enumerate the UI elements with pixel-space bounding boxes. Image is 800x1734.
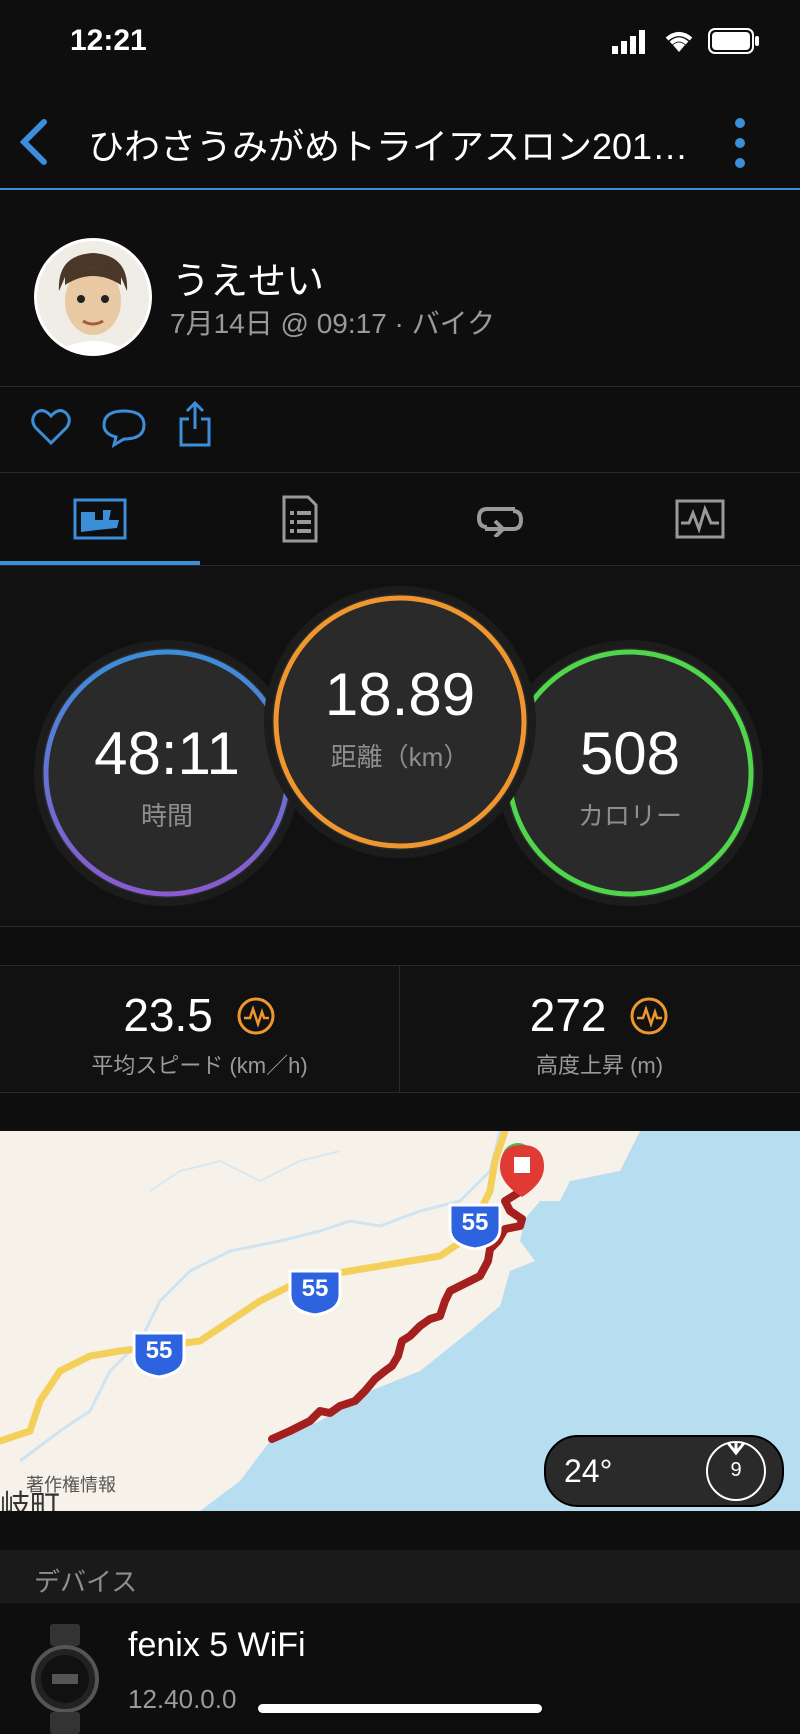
stat-boxes: 23.5 平均スピード (km／h) 272 高度上昇 (m) bbox=[0, 965, 800, 1093]
activity-title: ひわさうみがめトライアスロン2019 - バイク bbox=[88, 126, 708, 167]
duration-circle[interactable]: 48:11 時間 bbox=[42, 648, 292, 898]
route-shield: 55 bbox=[130, 1327, 188, 1379]
avatar-illustration-icon bbox=[37, 241, 149, 353]
distance-label: 距離（km） bbox=[330, 741, 470, 772]
status-bar: 12:21 bbox=[0, 0, 800, 90]
route-number: 55 bbox=[461, 1209, 489, 1236]
tab-details[interactable] bbox=[200, 473, 400, 565]
calories-value: 508 bbox=[579, 719, 681, 787]
avg-speed-label: 平均スピード (km／h) bbox=[91, 1053, 308, 1078]
charts-pulse-icon bbox=[675, 499, 725, 539]
pulse-chart-icon bbox=[630, 997, 668, 1035]
route-map[interactable]: 55 55 55 著作権情報 岐町 24° 9 bbox=[0, 1131, 800, 1511]
avg-speed-box[interactable]: 23.5 平均スピード (km／h) bbox=[0, 966, 400, 1092]
route-number: 55 bbox=[301, 1275, 329, 1302]
tab-indicator bbox=[0, 561, 200, 565]
device-version: 12.40.0.0 bbox=[128, 1684, 237, 1714]
avg-speed-value: 23.5 bbox=[123, 989, 213, 1041]
tab-summary[interactable] bbox=[0, 473, 200, 565]
activity-date-type: 7月14日 @ 09:17 · バイク bbox=[170, 308, 496, 339]
wind-speed: 9 bbox=[730, 1459, 742, 1481]
elevation-gain-box[interactable]: 272 高度上昇 (m) bbox=[400, 966, 799, 1092]
heart-icon[interactable] bbox=[30, 407, 72, 447]
nav-bar: ひわさうみがめトライアスロン2019 - バイク bbox=[0, 90, 800, 190]
tab-laps[interactable] bbox=[400, 473, 600, 565]
calories-circle[interactable]: 508 カロリー bbox=[505, 648, 755, 898]
laps-loop-icon bbox=[476, 507, 524, 537]
elev-gain-value: 272 bbox=[529, 989, 607, 1041]
activity-tabs bbox=[0, 473, 800, 566]
profile-header: うえせい 7月14日 @ 09:17 · バイク bbox=[0, 190, 800, 387]
device-name: fenix 5 WiFi bbox=[128, 1626, 306, 1664]
device-section-header: デバイス bbox=[0, 1550, 800, 1603]
avatar[interactable] bbox=[34, 238, 152, 356]
weather-temp: 24° bbox=[564, 1453, 613, 1489]
wifi-icon bbox=[665, 32, 693, 52]
avg-speed-row: 23.5 bbox=[0, 988, 399, 1042]
action-bar bbox=[0, 387, 800, 473]
back-chevron-icon[interactable] bbox=[16, 118, 50, 166]
elev-gain-label: 高度上昇 (m) bbox=[535, 1053, 664, 1078]
battery-icon bbox=[708, 28, 759, 54]
home-indicator[interactable] bbox=[258, 1704, 542, 1713]
watch-icon bbox=[31, 1624, 99, 1734]
distance-value: 18.89 bbox=[324, 660, 476, 728]
map-place-label: 岐町 bbox=[0, 1490, 60, 1511]
tab-charts[interactable] bbox=[600, 473, 800, 565]
duration-label: 時間 bbox=[140, 800, 193, 831]
pulse-chart-icon bbox=[237, 997, 275, 1035]
summary-circles: 48:11 時間 508 カロリー 18.89 距離（km） bbox=[0, 566, 800, 927]
status-time: 12:21 bbox=[70, 24, 147, 57]
route-shield: 55 bbox=[286, 1265, 344, 1317]
duration-value: 48:11 bbox=[94, 719, 240, 787]
route-number: 55 bbox=[145, 1337, 173, 1364]
weather-badge[interactable]: 24° 9 bbox=[544, 1435, 784, 1507]
calories-label: カロリー bbox=[577, 800, 682, 831]
user-name[interactable]: うえせい bbox=[172, 250, 324, 305]
route-shield: 55 bbox=[446, 1199, 504, 1251]
summary-chart-icon bbox=[73, 498, 127, 540]
share-icon[interactable] bbox=[178, 401, 212, 449]
signal-icon bbox=[612, 30, 645, 54]
comment-icon[interactable] bbox=[102, 407, 146, 449]
elev-gain-row: 272 bbox=[400, 988, 799, 1042]
device-header-label: デバイス bbox=[34, 1567, 138, 1597]
more-vertical-icon[interactable] bbox=[730, 116, 750, 170]
distance-circle[interactable]: 18.89 距離（km） bbox=[272, 594, 528, 850]
details-list-icon bbox=[282, 495, 318, 543]
